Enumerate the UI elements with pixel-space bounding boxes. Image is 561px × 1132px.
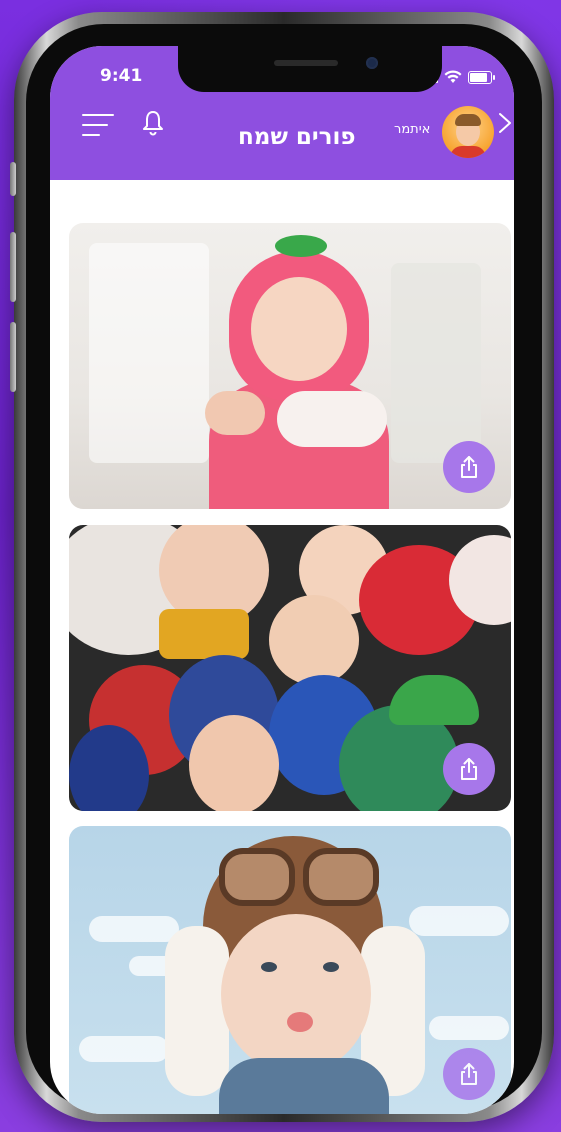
menu-icon[interactable] [82,114,114,136]
share-icon [461,456,477,478]
cloud [79,1036,169,1062]
volume-down-button [10,322,16,392]
baby-jacket [219,1058,389,1114]
photo-card[interactable] [69,223,511,509]
phone-notch [178,46,442,92]
status-time: 9:41 [100,66,143,86]
baby-face [251,277,347,381]
cloud [89,916,179,942]
baby-eye [261,962,277,972]
baby-sleeve [277,391,387,447]
photo-background [391,263,481,463]
goggle [303,848,379,906]
crown [159,609,249,659]
bell-icon[interactable] [142,110,164,136]
child-face [269,595,359,685]
app-screen: 9:41 פורים שמח איתמר [50,46,514,1114]
volume-up-button [10,232,16,302]
wifi-icon [444,70,462,83]
share-button[interactable] [443,743,495,795]
user-name[interactable]: איתמר [394,122,430,137]
strawberry-leaf [275,235,327,257]
goggle [219,848,295,906]
mute-switch [10,162,16,196]
photo-background [89,243,209,463]
share-button[interactable] [443,441,495,493]
page-title: פורים שמח [238,124,356,150]
baby-eye [323,962,339,972]
cloud [409,906,509,936]
photo-card[interactable] [69,826,511,1114]
battery-icon [468,70,495,84]
baby-lips [287,1012,313,1032]
cloud [429,1016,509,1040]
avatar[interactable] [442,106,494,158]
baby-face [221,914,371,1074]
costume-hat [389,675,479,725]
hat-fur [165,926,229,1096]
chevron-right-icon[interactable] [498,112,512,134]
share-button[interactable] [443,1048,495,1100]
share-icon [461,758,477,780]
share-icon [461,1063,477,1085]
photo-card[interactable] [69,525,511,811]
child-face [189,715,279,811]
baby-hands [205,391,265,435]
